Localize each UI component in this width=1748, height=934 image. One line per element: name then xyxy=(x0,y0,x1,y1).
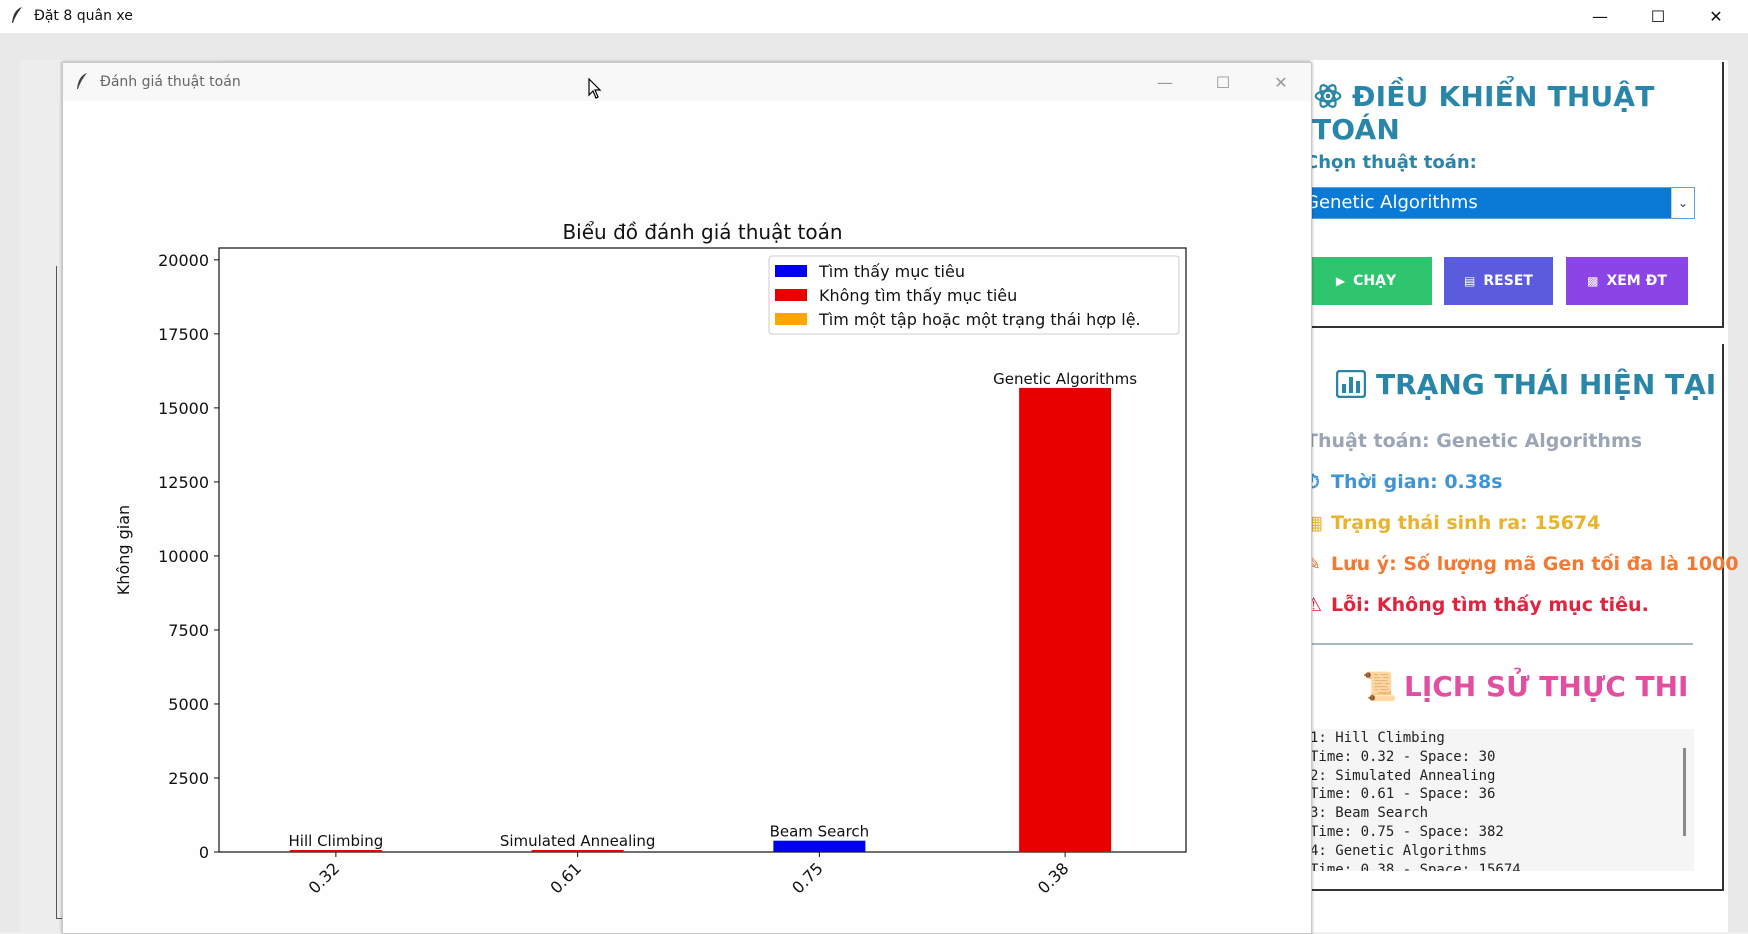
bar-chart-icon xyxy=(1336,370,1366,398)
x-tick-label: 0.38 xyxy=(1034,859,1073,898)
legend-label: Tìm thấy mục tiêu xyxy=(818,262,965,281)
history-title: 📜 LỊCH SỬ THỰC THI xyxy=(1362,670,1688,703)
status-panel-title: TRẠNG THÁI HIỆN TẠI xyxy=(1336,368,1716,401)
eval-window-title: Đánh giá thuật toán xyxy=(100,74,241,90)
status-states-text: Trạng thái sinh ra: 15674 xyxy=(1331,512,1601,534)
y-tick-label: 5000 xyxy=(168,695,209,714)
history-title-text: LỊCH SỬ THỰC THI xyxy=(1404,670,1689,703)
history-line: Time: 0.61 - Space: 36 xyxy=(1310,786,1496,803)
close-button[interactable]: ✕ xyxy=(1688,0,1744,33)
status-note: ✎ Lưu ý: Số lượng mã Gen tối đa là 1000 xyxy=(1305,553,1739,575)
bar-label: Beam Search xyxy=(770,823,870,841)
control-title-text: ĐIỀU KHIỂN THUẬT TOÁN xyxy=(1312,80,1655,146)
status-note-text: Lưu ý: Số lượng mã Gen tối đa là 1000 xyxy=(1331,553,1739,575)
view-chart-button[interactable]: ▩ XEM ĐT xyxy=(1566,257,1688,305)
atom-icon xyxy=(1314,84,1342,108)
bar xyxy=(289,850,382,852)
history-scrollbar[interactable] xyxy=(1683,748,1686,836)
x-tick-label: 0.75 xyxy=(788,859,827,898)
eval-maximize-button[interactable]: ☐ xyxy=(1195,63,1251,101)
history-line: 4: Genetic Algorithms xyxy=(1310,842,1488,859)
feather-icon xyxy=(12,7,22,23)
legend-swatch xyxy=(775,265,807,277)
play-icon: ▶ xyxy=(1335,274,1346,288)
history-textbox[interactable]: 1: Hill Climbing Time: 0.32 - Space: 30 … xyxy=(1300,729,1694,871)
status-algorithm: Thuật toán: Genetic Algorithms xyxy=(1305,430,1643,452)
run-button-label: CHẠY xyxy=(1353,273,1397,289)
scroll-icon: 📜 xyxy=(1362,670,1397,703)
legend-label: Không tìm thấy mục tiêu xyxy=(819,286,1017,305)
history-line: 2: Simulated Annealing xyxy=(1310,767,1496,784)
history-line: 1: Hill Climbing xyxy=(1310,730,1445,746)
history-line: Time: 0.75 - Space: 382 xyxy=(1310,823,1504,840)
status-error: ⚠ Lỗi: Không tìm thấy mục tiêu. xyxy=(1305,594,1649,616)
eval-close-button[interactable]: ✕ xyxy=(1253,63,1309,101)
bar xyxy=(773,840,866,852)
reset-button[interactable]: ▤ RESET xyxy=(1444,257,1553,305)
legend-label: Tìm một tập hoặc một trạng thái hợp lệ. xyxy=(818,310,1141,329)
choose-algorithm-label: Chọn thuật toán: xyxy=(1305,152,1477,173)
main-titlebar: Đặt 8 quân xe — ☐ ✕ xyxy=(0,0,1748,33)
mouse-cursor-icon xyxy=(588,78,602,99)
window-title: Đặt 8 quân xe xyxy=(34,8,133,24)
bar-label: Simulated Annealing xyxy=(500,832,656,850)
eval-minimize-button[interactable]: — xyxy=(1137,63,1193,101)
algorithm-select[interactable]: Genetic Algorithms ⌄ xyxy=(1300,187,1695,219)
y-tick-label: 10000 xyxy=(158,547,209,566)
y-tick-label: 2500 xyxy=(168,769,209,788)
algorithm-select-value: Genetic Algorithms xyxy=(1305,192,1478,213)
status-title-text: TRẠNG THÁI HIỆN TẠI xyxy=(1376,368,1717,401)
y-tick-label: 12500 xyxy=(158,473,209,492)
bar-label: Hill Climbing xyxy=(289,832,384,850)
chevron-down-icon[interactable]: ⌄ xyxy=(1671,188,1694,218)
y-tick-label: 15000 xyxy=(158,399,209,418)
y-tick-label: 7500 xyxy=(168,621,209,640)
y-axis-label: Không gian xyxy=(114,505,133,595)
y-tick-label: 20000 xyxy=(158,251,209,270)
status-states: ▦ Trạng thái sinh ra: 15674 xyxy=(1305,512,1600,534)
minimize-button[interactable]: — xyxy=(1572,0,1628,33)
legend-swatch xyxy=(775,289,807,301)
x-tick-label: 0.32 xyxy=(305,859,344,898)
history-line: Time: 0.38 - Space: 15674 xyxy=(1310,861,1521,871)
y-tick-label: 17500 xyxy=(158,325,209,344)
bar xyxy=(1019,387,1112,852)
run-button[interactable]: ▶ CHẠY xyxy=(1300,257,1432,305)
status-error-text: Lỗi: Không tìm thấy mục tiêu. xyxy=(1331,594,1649,616)
y-tick-label: 0 xyxy=(199,843,209,862)
history-line: 3: Beam Search xyxy=(1310,805,1429,822)
evaluation-window: Đánh giá thuật toán — ☐ ✕ Biểu đồ đánh g… xyxy=(62,62,1312,934)
eval-titlebar: Đánh giá thuật toán — ☐ ✕ xyxy=(63,63,1311,101)
bar-chart: Biểu đồ đánh giá thuật toán 0 2500 5000 7500… xyxy=(114,220,1187,898)
reset-button-label: RESET xyxy=(1483,273,1533,289)
bar xyxy=(531,850,624,852)
status-time: ⏱ Thời gian: 0.38s xyxy=(1305,471,1503,493)
chart-title: Biểu đồ đánh giá thuật toán xyxy=(562,220,842,244)
bar-label: Genetic Algorithms xyxy=(993,370,1137,388)
x-tick-label: 0.61 xyxy=(546,859,585,898)
feather-icon xyxy=(77,73,87,89)
reset-icon: ▤ xyxy=(1464,274,1476,288)
legend-swatch xyxy=(775,313,807,325)
maximize-button[interactable]: ☐ xyxy=(1630,0,1686,33)
status-time-text: Thời gian: 0.38s xyxy=(1331,471,1503,493)
view-chart-button-label: XEM ĐT xyxy=(1606,273,1667,289)
chart-box-icon: ▩ xyxy=(1587,274,1599,288)
divider xyxy=(1310,643,1693,645)
history-line: Time: 0.32 - Space: 30 xyxy=(1310,748,1496,765)
control-panel-title: ĐIỀU KHIỂN THUẬT TOÁN xyxy=(1312,80,1748,146)
